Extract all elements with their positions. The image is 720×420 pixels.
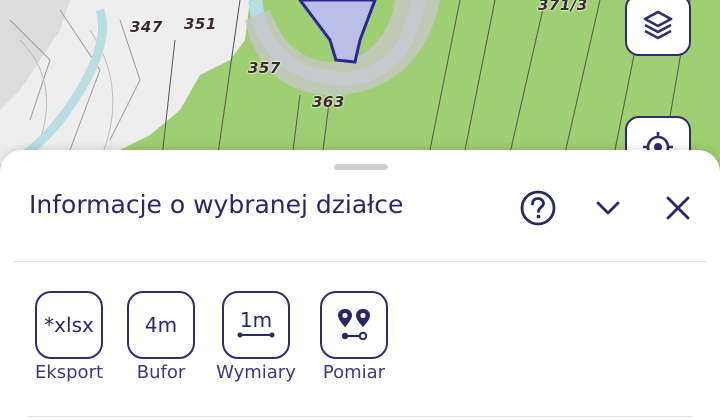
divider [14, 261, 706, 262]
chevron-down-icon [596, 201, 620, 215]
divider [28, 416, 692, 417]
parcel-label: 347 [130, 18, 163, 36]
layers-button[interactable] [625, 0, 691, 56]
export-label: Eksport [34, 362, 104, 383]
close-icon [666, 196, 690, 220]
help-icon [520, 190, 556, 226]
map-canvas[interactable] [0, 0, 720, 175]
buffer-icon-text: 4m [144, 313, 178, 337]
drag-handle[interactable] [334, 164, 388, 170]
dimensions-icon-text: 1m [239, 308, 273, 332]
measure-label: Pomiar [322, 362, 386, 383]
parcel-label: 371/3 [538, 0, 588, 14]
help-button[interactable] [518, 188, 558, 228]
buffer-button[interactable]: 4m [127, 291, 195, 359]
parcel-label: 351 [184, 15, 217, 33]
pins-icon [338, 309, 370, 341]
map-view[interactable]: 347 351 357 363 371/3 [0, 0, 720, 175]
close-button[interactable] [658, 188, 698, 228]
panel-title: Informacje o wybranej działce [29, 190, 404, 219]
ruler-icon [237, 332, 275, 338]
export-icon-text: *xlsx [44, 313, 94, 337]
parcel-label: 357 [248, 59, 281, 77]
export-button[interactable]: *xlsx [35, 291, 103, 359]
dimensions-button[interactable]: 1m [222, 291, 290, 359]
parcel-label: 363 [312, 93, 345, 111]
parcel-info-panel: Informacje o wybranej działce *xlsx Eksp… [0, 150, 720, 420]
layers-icon [643, 10, 673, 40]
measure-button[interactable] [320, 291, 388, 359]
dimensions-label: Wymiary [216, 362, 296, 383]
buffer-label: Bufor [136, 362, 186, 383]
collapse-button[interactable] [588, 188, 628, 228]
